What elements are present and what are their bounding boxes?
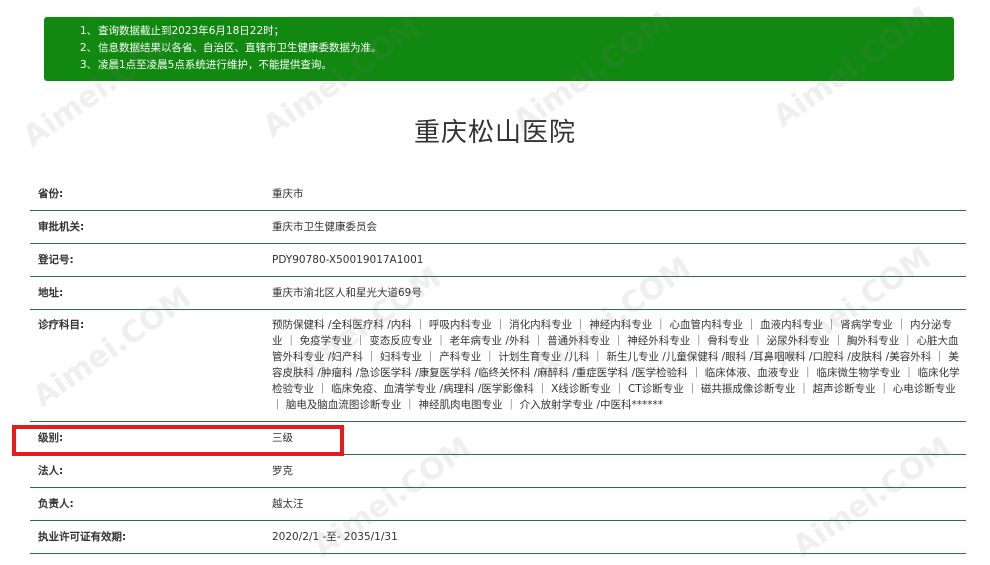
hospital-info-table: 省份: 重庆市 审批机关: 重庆市卫生健康委员会 登记号: PDY90780-X… (30, 178, 966, 554)
notice-banner: 1、查询数据截止到2023年6月18日22时； 2、信息数据结果以各省、自治区、… (44, 17, 954, 81)
notice-item-text: 凌晨1点至凌晨5点系统进行维护，不能提供查询。 (98, 59, 332, 71)
info-row-legal-person: 法人: 罗克 (30, 455, 966, 488)
notice-item-number: 1、 (80, 25, 98, 37)
hospital-name-title: 重庆松山医院 (413, 118, 576, 148)
info-row-departments: 诊疗科目: 预防保健科 /全科医疗科 /内科 ｜ 呼吸内科专业 ｜ 消化内科专业… (30, 310, 966, 422)
field-value: 预防保健科 /全科医疗科 /内科 ｜ 呼吸内科专业 ｜ 消化内科专业 ｜ 神经内… (272, 319, 960, 411)
notice-item-text: 查询数据截止到2023年6月18日22时； (98, 25, 285, 37)
field-value: 重庆市 (272, 188, 304, 200)
field-label: 登记号: (38, 254, 74, 266)
field-label: 省份: (38, 188, 64, 200)
field-value: 2020/2/1 -至- 2035/1/31 (272, 531, 398, 543)
info-row-province: 省份: 重庆市 (30, 178, 966, 211)
notice-item: 2、信息数据结果以各省、自治区、直辖市卫生健康委数据为准。 (80, 40, 954, 57)
info-row-address: 地址: 重庆市渝北区人和星光大道69号 (30, 277, 966, 310)
info-row-registration-number: 登记号: PDY90780-X50019017A1001 (30, 244, 966, 277)
field-value: 重庆市渝北区人和星光大道69号 (272, 287, 422, 299)
field-label: 诊疗科目: (38, 319, 85, 331)
notice-item: 1、查询数据截止到2023年6月18日22时； (80, 23, 954, 40)
field-value: 罗克 (272, 465, 293, 477)
field-label: 级别: (38, 432, 64, 444)
field-value: 越太汪 (272, 498, 304, 510)
notice-item-number: 3、 (80, 59, 98, 71)
field-label: 地址: (38, 287, 64, 299)
field-label: 执业许可证有效期: (38, 531, 127, 543)
field-value: PDY90780-X50019017A1001 (272, 254, 424, 266)
notice-item-text: 信息数据结果以各省、自治区、直辖市卫生健康委数据为准。 (98, 42, 382, 54)
info-row-license-validity: 执业许可证有效期: 2020/2/1 -至- 2035/1/31 (30, 521, 966, 554)
notice-item: 3、凌晨1点至凌晨5点系统进行维护，不能提供查询。 (80, 57, 954, 74)
field-value: 三级 (272, 432, 293, 444)
info-row-authority: 审批机关: 重庆市卫生健康委员会 (30, 211, 966, 244)
field-value: 重庆市卫生健康委员会 (272, 221, 377, 233)
info-row-principal: 负责人: 越太汪 (30, 488, 966, 521)
info-row-level: 级别: 三级 (30, 422, 966, 455)
notice-item-number: 2、 (80, 42, 98, 54)
field-label: 负责人: (38, 498, 74, 510)
field-label: 法人: (38, 465, 64, 477)
field-label: 审批机关: (38, 221, 85, 233)
